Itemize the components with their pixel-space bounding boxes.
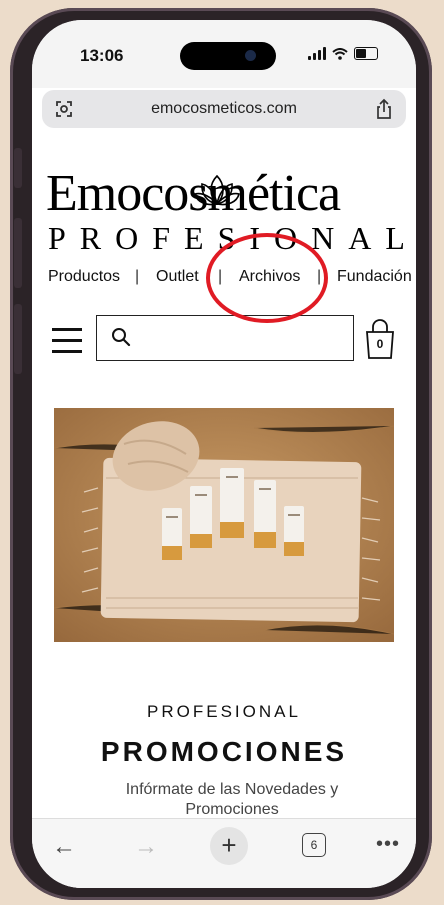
site-logo-subtitle: PROFESIONAL (48, 220, 416, 256)
side-button (14, 304, 22, 374)
browser-toolbar: ← → + 6 ••• (32, 818, 416, 888)
dynamic-island (180, 42, 276, 70)
share-icon[interactable] (374, 98, 394, 120)
search-input[interactable] (137, 324, 341, 354)
search-box[interactable] (96, 315, 354, 361)
camera-icon (245, 50, 256, 61)
phone-screen: 13:06 emocosmeticos.com Emocosmética PRO… (32, 20, 416, 888)
nav-separator: | (218, 268, 223, 285)
section-kicker: PROFESIONAL (147, 702, 301, 721)
side-button (14, 148, 22, 188)
status-bar: 13:06 emocosmeticos.com (32, 20, 416, 128)
url-text[interactable]: emocosmeticos.com (42, 100, 406, 118)
nav-separator: | (317, 268, 322, 285)
cart-count: 0 (376, 337, 384, 351)
nav-item-archivos[interactable]: Archivos (239, 268, 300, 286)
signal-icon (308, 47, 326, 60)
battery-icon (354, 47, 378, 60)
nav-separator: | (135, 268, 140, 285)
nav-item-outlet[interactable]: Outlet (156, 268, 199, 286)
section-description: Infórmate de las Novedades y Promociones (125, 781, 339, 818)
menu-icon[interactable] (52, 328, 82, 354)
web-page: Emocosmética PROFESIONAL Productos | Out… (32, 128, 416, 888)
side-button (14, 218, 22, 288)
tabs-button[interactable]: 6 (302, 833, 326, 857)
new-tab-button[interactable]: + (210, 827, 248, 865)
search-icon[interactable] (111, 327, 131, 347)
forward-button[interactable]: → (134, 833, 158, 861)
more-options-button[interactable]: ••• (376, 833, 400, 856)
address-bar[interactable]: emocosmeticos.com (42, 90, 406, 128)
back-button[interactable]: ← (52, 833, 76, 861)
section-title: PROMOCIONES (100, 736, 348, 767)
nav-item-fundacion[interactable]: Fundación (337, 268, 412, 286)
promo-banner-image[interactable] (54, 408, 394, 642)
banner-photo (54, 408, 394, 642)
cart-button[interactable]: 0 (364, 318, 396, 360)
lotus-icon (194, 174, 240, 206)
status-icons (308, 47, 378, 60)
wifi-icon (332, 47, 348, 60)
nav-item-productos[interactable]: Productos (48, 268, 120, 286)
status-time: 13:06 (80, 46, 124, 65)
